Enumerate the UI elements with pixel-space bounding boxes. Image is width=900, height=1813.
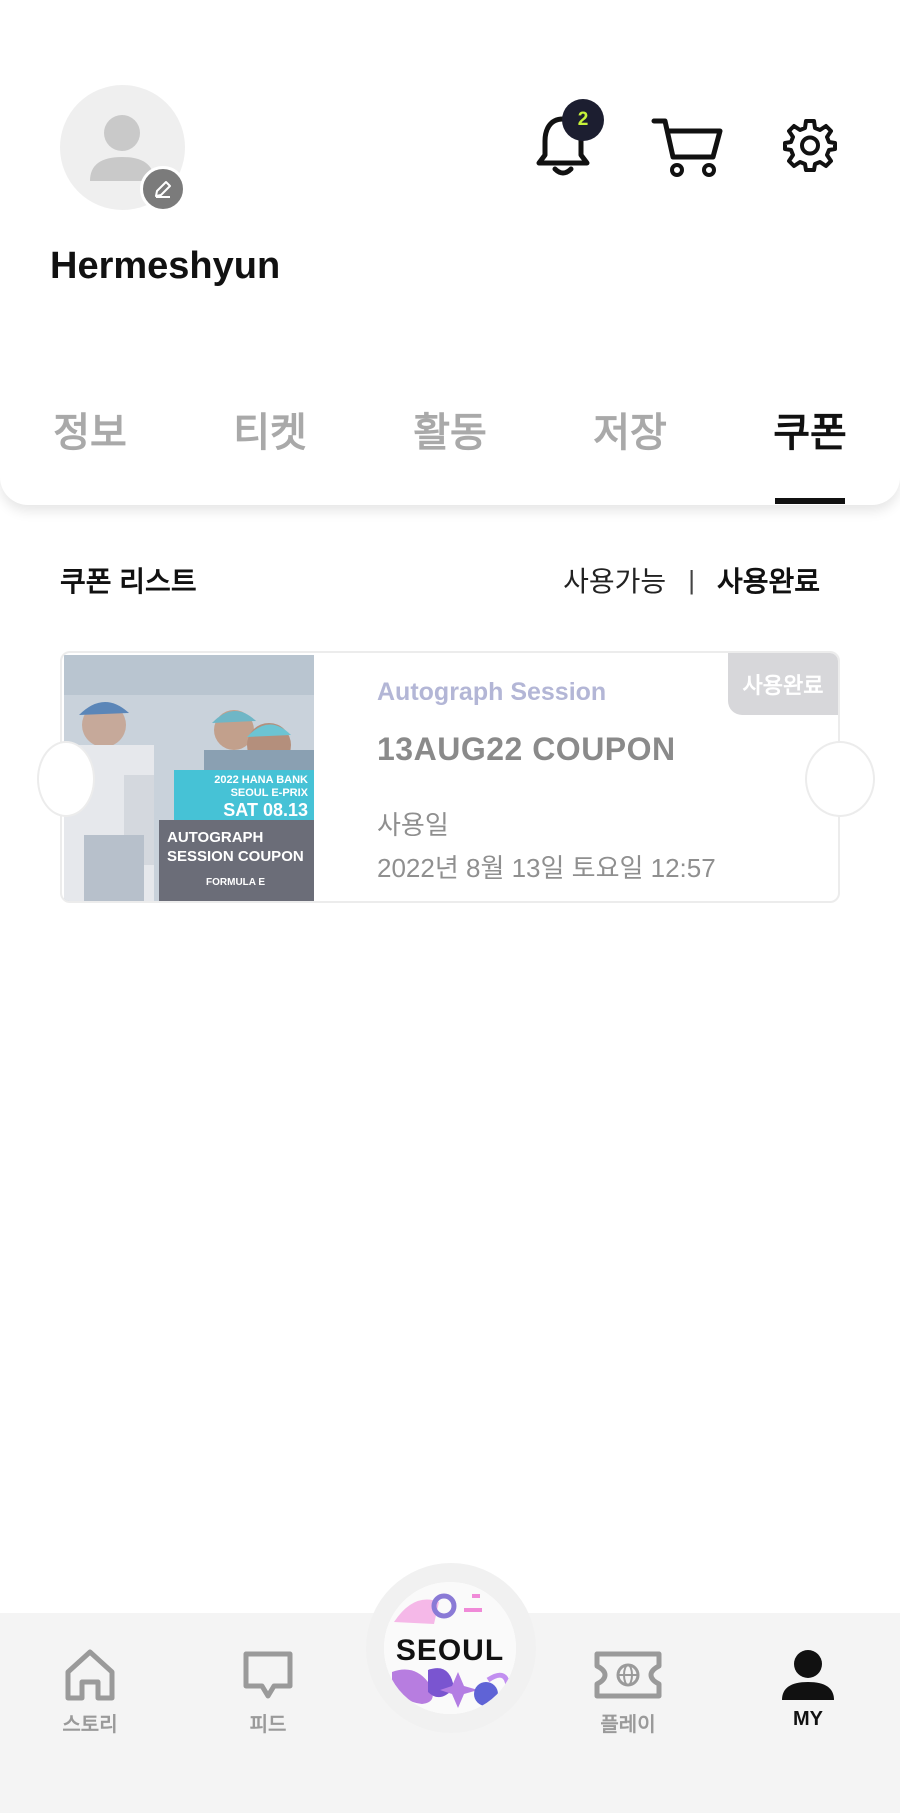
coupon-filter: 사용가능 | 사용완료 [563,560,820,600]
seoul-logo-text: SEOUL [395,1634,505,1667]
edit-avatar-button[interactable] [140,166,186,212]
tab-saved[interactable]: 저장 [570,400,690,458]
filter-available[interactable]: 사용가능 [563,560,666,600]
nav-play[interactable]: 플레이 [568,1648,688,1737]
notification-badge: 2 [562,99,604,141]
image-coupon-banner: AUTOGRAPH SESSION COUPON [159,820,314,901]
tab-ticket[interactable]: 티켓 [210,400,330,458]
image-brand: FORMULA E [206,877,266,888]
pencil-icon [155,181,171,198]
cart-icon [651,118,723,177]
image-event-banner: 2022 HANA BANK SEOUL E-PRIX SAT 08.13 [174,770,314,822]
nav-story-label: 스토리 [62,1714,118,1736]
coupon-category: Autograph Session [377,678,607,706]
seoul-logo-button[interactable]: SEOUL [384,1582,516,1714]
coupon-title: 13AUG22 COUPON [377,731,676,767]
settings-button[interactable] [782,117,838,173]
tab-info[interactable]: 정보 [30,400,150,458]
filter-used[interactable]: 사용완료 [717,560,820,600]
image-line3: SAT 08.13 [223,800,308,820]
nav-feed[interactable]: 피드 [208,1648,328,1737]
image-line4: AUTOGRAPH [167,829,264,846]
nav-story[interactable]: 스토리 [30,1648,150,1737]
home-icon [65,1649,115,1701]
chat-bubble-icon [243,1651,293,1699]
image-line5: SESSION COUPON [167,848,304,865]
filter-separator: | [688,564,695,595]
coupon-notch-left [37,741,95,817]
image-line1: 2022 HANA BANK [214,774,308,786]
nav-my-label: MY [793,1708,823,1730]
coupon-used-label: 사용일 [377,810,449,840]
coupon-used-date: 2022년 8월 13일 토요일 12:57 [377,853,716,883]
username: Hermeshyun [50,245,281,287]
coupon-list-title: 쿠폰 리스트 [60,566,197,597]
cart-button[interactable] [650,112,724,182]
coupon-image: 2022 HANA BANK SEOUL E-PRIX SAT 08.13 AU… [64,655,314,901]
tab-coupon[interactable]: 쿠폰 [750,400,870,458]
nav-my[interactable]: MY [748,1648,868,1731]
image-line2: SEOUL E-PRIX [230,787,308,799]
tab-activity[interactable]: 활동 [390,400,510,458]
gear-icon [783,119,837,172]
person-icon [782,1650,834,1700]
profile-tabs: 정보 티켓 활동 저장 쿠폰 [0,400,900,505]
coupon-card[interactable]: 2022 HANA BANK SEOUL E-PRIX SAT 08.13 AU… [60,651,840,903]
profile-header: Hermeshyun 2 정보 티켓 활동 저장 쿠폰 [0,0,900,505]
coupon-status-badge: 사용완료 [728,653,838,715]
coupon-notch-right [805,741,875,817]
ticket-globe-icon [594,1651,662,1699]
nav-play-label: 플레이 [600,1714,656,1736]
active-tab-indicator [775,498,845,504]
nav-feed-label: 피드 [249,1714,287,1736]
